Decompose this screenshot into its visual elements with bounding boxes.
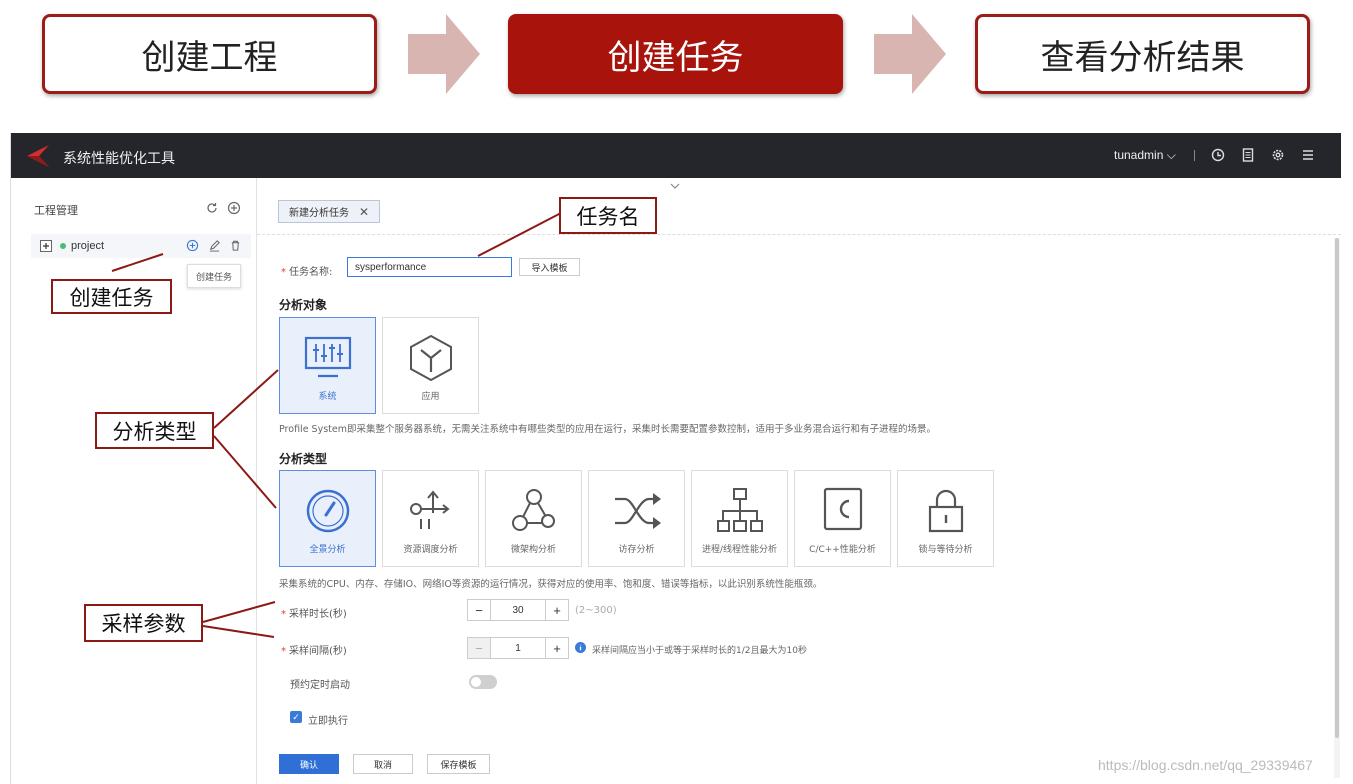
target-label: 系统 (318, 392, 337, 402)
sidebar: 工程管理 project 创建任务 (11, 178, 257, 784)
add-task-icon[interactable] (186, 239, 199, 252)
target-section-title: 分析对象 (279, 298, 328, 312)
delete-icon[interactable] (229, 239, 242, 252)
type-card-process-thread[interactable]: 进程/线程性能分析 (691, 470, 788, 567)
resource-schedule-icon (410, 490, 450, 529)
type-section-title: 分析类型 (279, 452, 328, 466)
type-label: C/C++性能分析 (809, 545, 876, 555)
chevron-down-icon[interactable] (670, 182, 680, 190)
status-dot (60, 243, 66, 249)
tooltip-create-task: 创建任务 (187, 264, 241, 288)
type-label: 锁与等待分析 (918, 545, 973, 555)
type-label: 访存分析 (618, 545, 655, 555)
scrollbar-thumb[interactable] (1335, 238, 1339, 738)
flow-step-create-project: 创建工程 (42, 14, 377, 94)
tab-new-task[interactable]: 新建分析任务 ✕ (278, 200, 381, 223)
type-label: 进程/线程性能分析 (701, 545, 778, 555)
close-icon[interactable]: ✕ (359, 205, 369, 219)
type-card-c-cpp[interactable]: C/C++性能分析 (794, 470, 891, 567)
history-icon[interactable] (1210, 147, 1226, 163)
interval-label: * 采样间隔(秒) (281, 646, 347, 657)
flow-arrow-icon (874, 14, 946, 94)
tab-label: 新建分析任务 (289, 208, 349, 219)
divider (1194, 150, 1195, 161)
slide: 创建工程 创建任务 查看分析结果 系统性能优化工具 tunadmin ⌵ 工程管… (0, 0, 1353, 784)
confirm-button[interactable]: 确认 (279, 754, 339, 774)
type-description: 采集系统的CPU、内存、存储IO、网络IO等资源的运行情况，获得对应的使用率、饱… (279, 579, 823, 590)
type-label: 资源调度分析 (403, 545, 458, 555)
decrement-button[interactable]: − (468, 638, 490, 658)
callout-create-task: 创建任务 (51, 279, 172, 314)
type-card-panorama[interactable]: 全景分析 (279, 470, 376, 567)
duration-value[interactable]: 30 (490, 600, 546, 620)
callout-sampling-params: 采样参数 (84, 604, 203, 642)
type-card-resource-schedule[interactable]: 资源调度分析 (382, 470, 479, 567)
callout-task-name: 任务名 (559, 197, 657, 234)
schedule-label: 预约定时启动 (290, 680, 350, 691)
logo-icon (27, 145, 49, 167)
task-name-input[interactable]: sysperformance (347, 257, 512, 277)
divider (257, 234, 1341, 235)
cube-icon (410, 334, 452, 382)
type-card-memory-access[interactable]: 访存分析 (588, 470, 685, 567)
gauge-icon (306, 489, 350, 533)
gear-icon[interactable] (1270, 147, 1286, 163)
flow-arrow-icon (408, 14, 480, 94)
type-card-lock-wait[interactable]: 锁与等待分析 (897, 470, 994, 567)
c-lang-icon (823, 487, 863, 531)
target-app-card[interactable]: 应用 (382, 317, 479, 414)
monitor-icon (304, 336, 352, 378)
refresh-icon[interactable] (205, 201, 219, 215)
duration-stepper[interactable]: − 30 + (467, 599, 569, 621)
micro-arch-icon (512, 489, 555, 531)
interval-value[interactable]: 1 (490, 638, 546, 658)
task-name-label: * 任务名称: (281, 267, 333, 278)
top-bar: 系统性能优化工具 tunadmin ⌵ (11, 133, 1341, 178)
type-card-micro-arch[interactable]: 微架构分析 (485, 470, 582, 567)
project-row[interactable]: project (31, 234, 251, 258)
document-icon[interactable] (1240, 147, 1256, 163)
watermark: https://blog.csdn.net/qq_29339467 (1098, 757, 1313, 773)
lock-icon (928, 489, 964, 533)
schedule-toggle[interactable] (469, 675, 497, 689)
target-system-card[interactable]: 系统 (279, 317, 376, 414)
main-panel: 新建分析任务 ✕ * 任务名称: sysperformance 导入模板 分析对象… (257, 178, 1341, 784)
flow-step-create-task: 创建任务 (508, 14, 843, 94)
duration-label: * 采样时长(秒) (281, 609, 347, 620)
app-title: 系统性能优化工具 (63, 151, 175, 167)
info-icon (575, 642, 586, 653)
type-label: 微架构分析 (510, 545, 556, 555)
callout-analysis-type: 分析类型 (95, 412, 214, 449)
edit-icon[interactable] (208, 239, 221, 252)
user-menu[interactable]: tunadmin ⌵ (1114, 148, 1176, 163)
tree-icon (717, 488, 763, 532)
immediate-label: 立即执行 (308, 716, 348, 727)
expand-icon[interactable] (40, 240, 52, 252)
immediate-checkbox[interactable]: ✓ (290, 711, 302, 723)
menu-icon[interactable] (1300, 147, 1316, 163)
interval-stepper[interactable]: − 1 + (467, 637, 569, 659)
cancel-button[interactable]: 取消 (353, 754, 413, 774)
target-description: Profile System即采集整个服务器系统，无需关注系统中有哪些类型的应用… (279, 424, 936, 435)
sidebar-title: 工程管理 (34, 204, 78, 217)
project-name[interactable]: project (71, 240, 104, 252)
increment-button[interactable]: + (546, 600, 568, 620)
increment-button[interactable]: + (546, 638, 568, 658)
duration-range: (2~300) (575, 605, 617, 616)
interval-hint: 采样间隔应当小于或等于采样时长的1/2且最大为10秒 (592, 646, 807, 656)
shuffle-icon (615, 493, 661, 529)
import-template-button[interactable]: 导入模板 (519, 258, 580, 276)
save-template-button[interactable]: 保存模板 (427, 754, 490, 774)
add-project-icon[interactable] (227, 201, 241, 215)
decrement-button[interactable]: − (468, 600, 490, 620)
type-label: 全景分析 (309, 545, 346, 555)
target-label: 应用 (421, 392, 440, 402)
flow-step-view-results: 查看分析结果 (975, 14, 1310, 94)
app-window: 系统性能优化工具 tunadmin ⌵ 工程管理 project 创建任务 新建… (10, 133, 1341, 784)
